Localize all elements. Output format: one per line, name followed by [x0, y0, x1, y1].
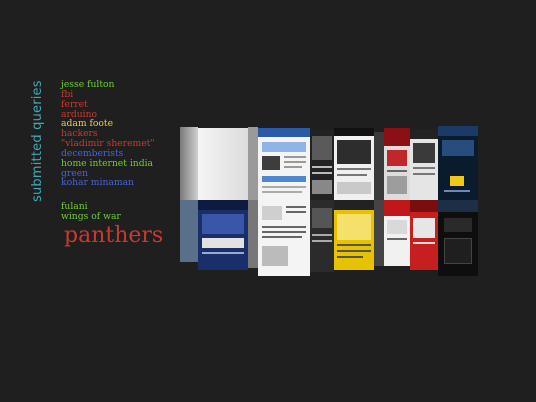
result-pages-carousel	[0, 0, 536, 402]
result-page-thumbnail[interactable]	[384, 200, 410, 266]
result-page-thumbnail[interactable]	[334, 200, 374, 270]
result-page-thumbnail[interactable]	[198, 128, 248, 200]
result-page-thumbnail[interactable]	[180, 200, 198, 262]
result-page-thumbnail[interactable]	[248, 200, 258, 268]
result-page-thumbnail[interactable]	[334, 128, 374, 200]
result-page-thumbnail[interactable]	[248, 127, 258, 200]
result-page-thumbnail[interactable]	[410, 200, 438, 270]
result-page-thumbnail[interactable]	[384, 128, 410, 200]
result-page-thumbnail[interactable]	[438, 126, 478, 200]
result-page-thumbnail[interactable]	[310, 200, 334, 272]
result-page-thumbnail[interactable]	[310, 130, 334, 200]
result-page-thumbnail[interactable]	[438, 200, 478, 276]
result-page-thumbnail[interactable]	[374, 132, 384, 200]
result-page-thumbnail[interactable]	[180, 127, 198, 200]
result-page-thumbnail[interactable]	[258, 200, 310, 276]
result-page-thumbnail[interactable]	[374, 200, 384, 266]
result-page-thumbnail[interactable]	[198, 200, 248, 270]
result-page-thumbnail[interactable]	[410, 129, 438, 200]
result-page-thumbnail[interactable]	[258, 128, 310, 200]
